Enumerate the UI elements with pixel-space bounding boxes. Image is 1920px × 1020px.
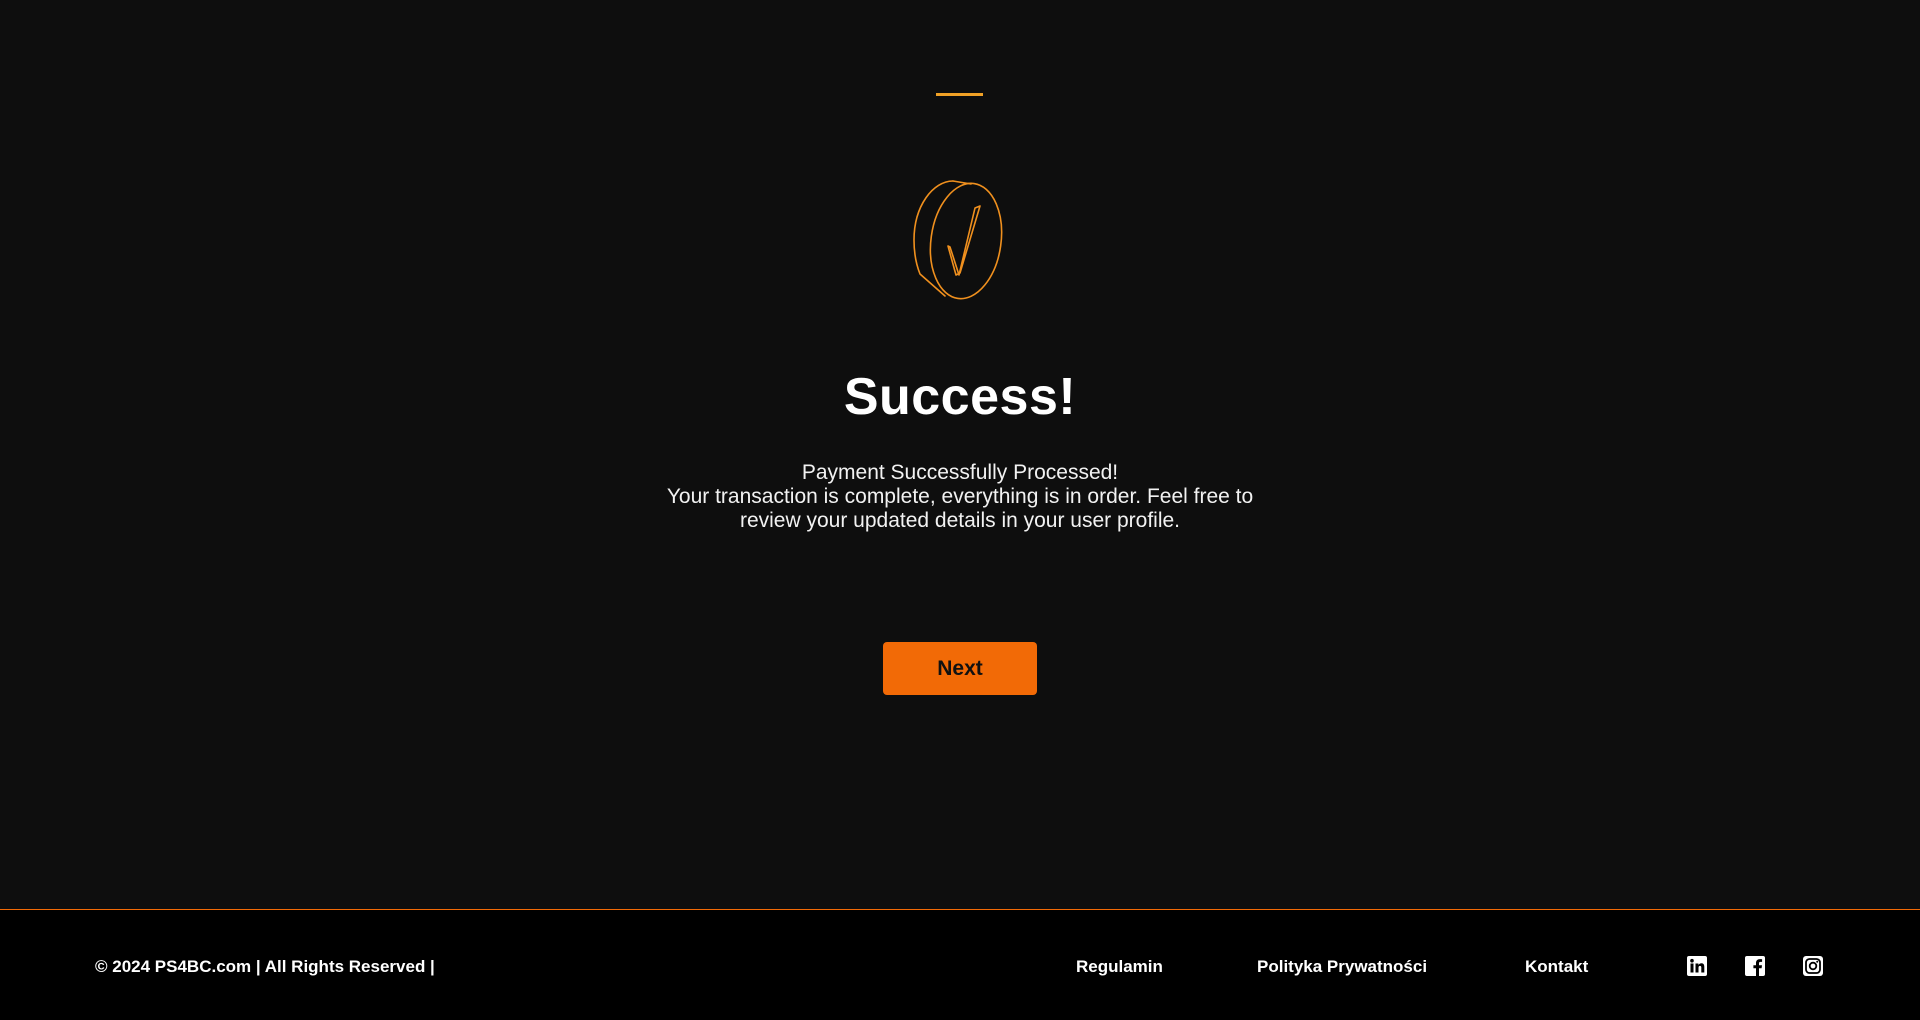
page-title: Success! <box>843 368 1077 426</box>
message-line: Your transaction is complete, everything… <box>666 485 1254 508</box>
message-line: Payment Successfully Processed! <box>801 461 1119 484</box>
copyright-text: © 2024 PS4BC.com | All Rights Reserved | <box>95 957 435 976</box>
linkedin-icon[interactable] <box>1686 955 1708 977</box>
checkmark-coin-icon <box>913 180 1003 300</box>
footer-link-kontakt[interactable]: Kontakt <box>1525 957 1588 977</box>
message-line: review your updated details in your user… <box>739 509 1181 532</box>
facebook-icon[interactable] <box>1744 955 1766 977</box>
main-content: Success! Payment Successfully Processed!… <box>0 0 1920 909</box>
instagram-icon[interactable] <box>1802 955 1824 977</box>
footer-link-polityka-prywatnosci[interactable]: Polityka Prywatności <box>1257 957 1427 977</box>
next-button[interactable]: Next <box>883 642 1037 695</box>
success-message: Payment Successfully Processed! Your tra… <box>560 461 1360 533</box>
footer-link-regulamin[interactable]: Regulamin <box>1076 957 1163 977</box>
footer: © 2024 PS4BC.com | All Rights Reserved |… <box>0 909 1920 1020</box>
accent-divider <box>936 93 983 96</box>
